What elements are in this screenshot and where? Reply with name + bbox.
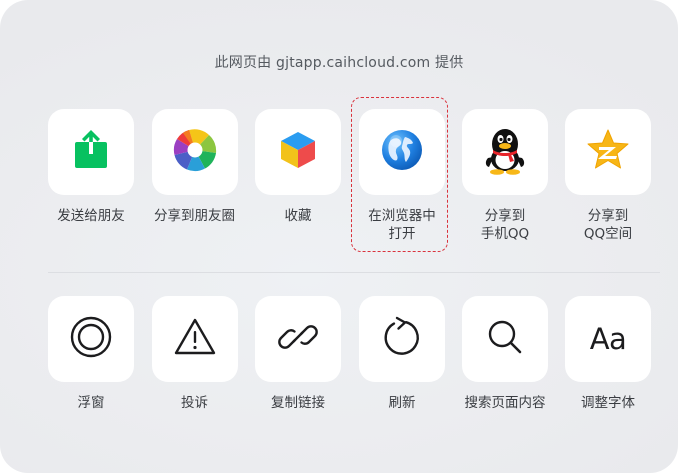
font-size-icon: Aa xyxy=(589,322,627,356)
share-to-moments-tile[interactable] xyxy=(151,109,238,195)
search-page-tile[interactable] xyxy=(462,296,548,382)
favorite-tile[interactable] xyxy=(255,109,341,195)
qzone-star-icon xyxy=(585,128,631,176)
share-to-qq-tile[interactable] xyxy=(462,109,548,195)
refresh-tile[interactable] xyxy=(359,296,445,382)
share-upload-icon xyxy=(73,130,109,174)
share-to-qzone-tile[interactable] xyxy=(565,109,651,195)
adjust-font-tile[interactable]: Aa xyxy=(565,296,651,382)
adjust-font-label: 调整字体 xyxy=(581,395,635,411)
share-to-qzone-label: 分享到 QQ空间 xyxy=(583,208,633,242)
favorite-cube-icon xyxy=(279,130,317,174)
send-to-friend-tile[interactable] xyxy=(48,109,134,195)
globe-icon xyxy=(381,129,423,175)
open-in-browser-tile[interactable] xyxy=(359,109,445,195)
link-icon xyxy=(277,316,319,362)
floating-window-tile[interactable] xyxy=(48,296,134,382)
complain-tile[interactable] xyxy=(151,296,238,382)
moments-aperture-icon xyxy=(173,128,217,176)
share-sheet: 此网页由 gjtapp.caihcloud.com 提供 发送给朋友 分享到朋友… xyxy=(0,0,678,473)
search-icon xyxy=(485,317,525,361)
refresh-icon xyxy=(380,315,424,363)
floating-window-icon xyxy=(69,315,113,363)
section-divider xyxy=(48,272,660,273)
warning-icon xyxy=(173,317,217,361)
page-source-text: 此网页由 gjtapp.caihcloud.com 提供 xyxy=(214,55,464,71)
copy-link-tile[interactable] xyxy=(255,296,341,382)
qq-penguin-icon xyxy=(483,125,527,179)
